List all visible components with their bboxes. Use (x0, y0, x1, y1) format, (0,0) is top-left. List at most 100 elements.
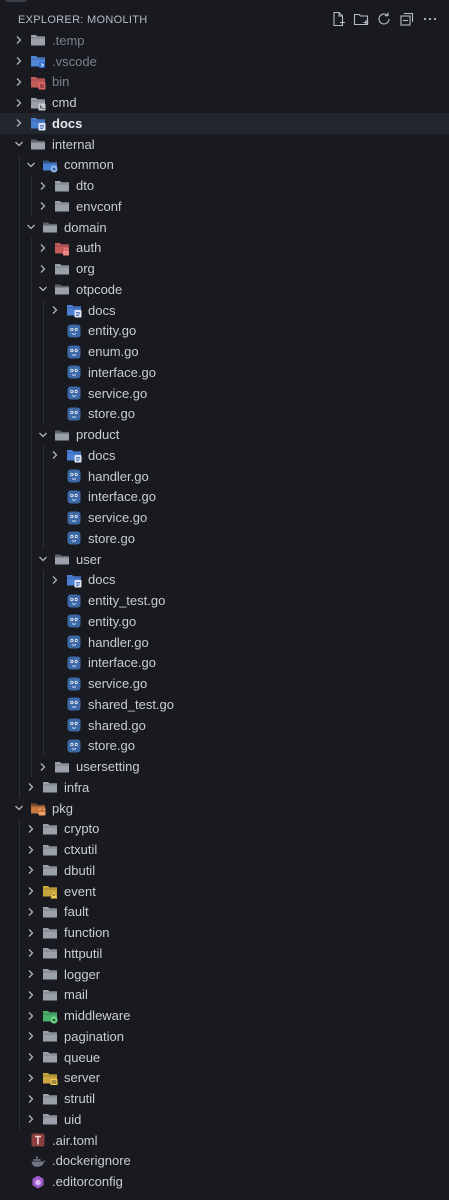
chevron-right-icon[interactable] (24, 884, 38, 898)
chevron-right-icon[interactable] (12, 116, 26, 130)
chevron-right-icon[interactable] (24, 967, 38, 981)
folder-item-bin[interactable]: bin (0, 72, 449, 93)
folder-item-envconf[interactable]: envconf (0, 196, 449, 217)
chevron-right-icon[interactable] (36, 179, 50, 193)
file-item-store-go[interactable]: store.go (0, 403, 449, 425)
chevron-right-icon[interactable] (48, 573, 62, 587)
chevron-right-icon[interactable] (24, 1009, 38, 1023)
file-item-entity-go[interactable]: entity.go (0, 611, 449, 632)
new-folder-icon[interactable] (352, 10, 370, 28)
new-file-icon[interactable] (329, 10, 347, 28)
folder-item-docs[interactable]: docs (0, 299, 449, 321)
collapse-all-icon[interactable] (398, 10, 416, 28)
more-actions-icon[interactable] (421, 10, 439, 28)
folder-item-middleware[interactable]: middleware (0, 1005, 449, 1026)
folder-item-internal[interactable]: internal (0, 134, 449, 155)
chevron-right-icon[interactable] (24, 863, 38, 877)
folder-item-auth[interactable]: auth (0, 237, 449, 259)
chevron-down-icon[interactable] (36, 552, 50, 566)
file-item-entity-test-go[interactable]: entity_test.go (0, 590, 449, 611)
folder-item-docs[interactable]: docs (0, 113, 449, 134)
folder-item-crypto[interactable]: crypto (0, 818, 449, 840)
chevron-right-icon[interactable] (12, 33, 26, 47)
chevron-right-icon[interactable] (24, 926, 38, 940)
file-item-store-go[interactable]: store.go (0, 735, 449, 757)
chevron-right-icon[interactable] (24, 1112, 38, 1126)
chevron-right-icon[interactable] (24, 822, 38, 836)
folder-item-usersetting[interactable]: usersetting (0, 756, 449, 777)
folder-item-ctxutil[interactable]: ctxutil (0, 839, 449, 860)
folder-item-docs[interactable]: docs (0, 569, 449, 591)
chevron-right-icon[interactable] (36, 241, 50, 255)
file-item-shared-go[interactable]: shared.go (0, 714, 449, 736)
file-item-shared-test-go[interactable]: shared_test.go (0, 694, 449, 715)
folder-item-mail[interactable]: mail (0, 984, 449, 1006)
file-item-handler-go[interactable]: handler.go (0, 465, 449, 487)
chevron-down-icon[interactable] (24, 158, 38, 172)
file-item-service-go[interactable]: service.go (0, 507, 449, 528)
folder-item-fault[interactable]: fault (0, 901, 449, 923)
chevron-down-icon[interactable] (12, 137, 26, 151)
folder-item-user[interactable]: user (0, 548, 449, 570)
folder-item-product[interactable]: product (0, 424, 449, 445)
chevron-down-icon[interactable] (36, 428, 50, 442)
chevron-right-icon[interactable] (36, 760, 50, 774)
chevron-right-icon[interactable] (24, 905, 38, 919)
indent-guide (19, 963, 20, 985)
file-item-service-go[interactable]: service.go (0, 382, 449, 404)
folder-item-queue[interactable]: queue (0, 1046, 449, 1068)
folder-item-strutil[interactable]: strutil (0, 1088, 449, 1109)
chevron-right-icon[interactable] (36, 262, 50, 276)
folder-item-dbutil[interactable]: dbutil (0, 860, 449, 881)
file-item-handler-go[interactable]: handler.go (0, 631, 449, 653)
folder-item-domain[interactable]: domain (0, 216, 449, 238)
folder-item-temp[interactable]: .temp (0, 30, 449, 51)
folder-item-event[interactable]: event (0, 880, 449, 902)
chevron-right-icon[interactable] (24, 1029, 38, 1043)
chevron-right-icon[interactable] (24, 988, 38, 1002)
folder-item-pagination[interactable]: pagination (0, 1026, 449, 1047)
folder-item-function[interactable]: function (0, 922, 449, 943)
file-item-editorconfig[interactable]: .editorconfig (0, 1171, 449, 1192)
file-item-air-toml[interactable]: .air.toml (0, 1130, 449, 1151)
folder-item-httputil[interactable]: httputil (0, 943, 449, 964)
folder-item-vscode[interactable]: .vscode (0, 51, 449, 72)
file-item-service-go[interactable]: service.go (0, 673, 449, 694)
folder-item-infra[interactable]: infra (0, 777, 449, 798)
chevron-down-icon[interactable] (24, 220, 38, 234)
folder-item-docs[interactable]: docs (0, 445, 449, 466)
folder-item-org[interactable]: org (0, 258, 449, 279)
file-item-entity-go[interactable]: entity.go (0, 320, 449, 342)
chevron-right-icon[interactable] (24, 1092, 38, 1106)
file-item-enum-go[interactable]: enum.go (0, 341, 449, 362)
indent-guide (19, 362, 20, 383)
file-item-store-go[interactable]: store.go (0, 528, 449, 549)
folder-item-cmd[interactable]: cmd (0, 92, 449, 113)
chevron-right-icon[interactable] (12, 54, 26, 68)
chevron-right-icon[interactable] (24, 1071, 38, 1085)
chevron-down-icon[interactable] (12, 801, 26, 815)
folder-item-uid[interactable]: uid (0, 1109, 449, 1130)
chevron-right-icon[interactable] (12, 96, 26, 110)
folder-item-logger[interactable]: logger (0, 963, 449, 985)
chevron-right-icon[interactable] (24, 946, 38, 960)
folder-item-otpcode[interactable]: otpcode (0, 279, 449, 300)
folder-open-icon (54, 281, 70, 297)
folder-item-server[interactable]: server (0, 1067, 449, 1089)
folder-item-pkg[interactable]: pkg (0, 798, 449, 819)
chevron-down-icon[interactable] (36, 282, 50, 296)
chevron-right-icon[interactable] (24, 843, 38, 857)
chevron-right-icon[interactable] (48, 448, 62, 462)
chevron-right-icon[interactable] (36, 199, 50, 213)
folder-item-common[interactable]: common (0, 154, 449, 176)
file-item-dockerignore[interactable]: .dockerignore (0, 1151, 449, 1172)
file-item-interface-go[interactable]: interface.go (0, 486, 449, 508)
chevron-right-icon[interactable] (12, 75, 26, 89)
file-item-interface-go[interactable]: interface.go (0, 652, 449, 674)
folder-item-dto[interactable]: dto (0, 175, 449, 196)
chevron-right-icon[interactable] (48, 303, 62, 317)
chevron-right-icon[interactable] (24, 780, 38, 794)
chevron-right-icon[interactable] (24, 1050, 38, 1064)
refresh-icon[interactable] (375, 10, 393, 28)
file-item-interface-go[interactable]: interface.go (0, 362, 449, 383)
